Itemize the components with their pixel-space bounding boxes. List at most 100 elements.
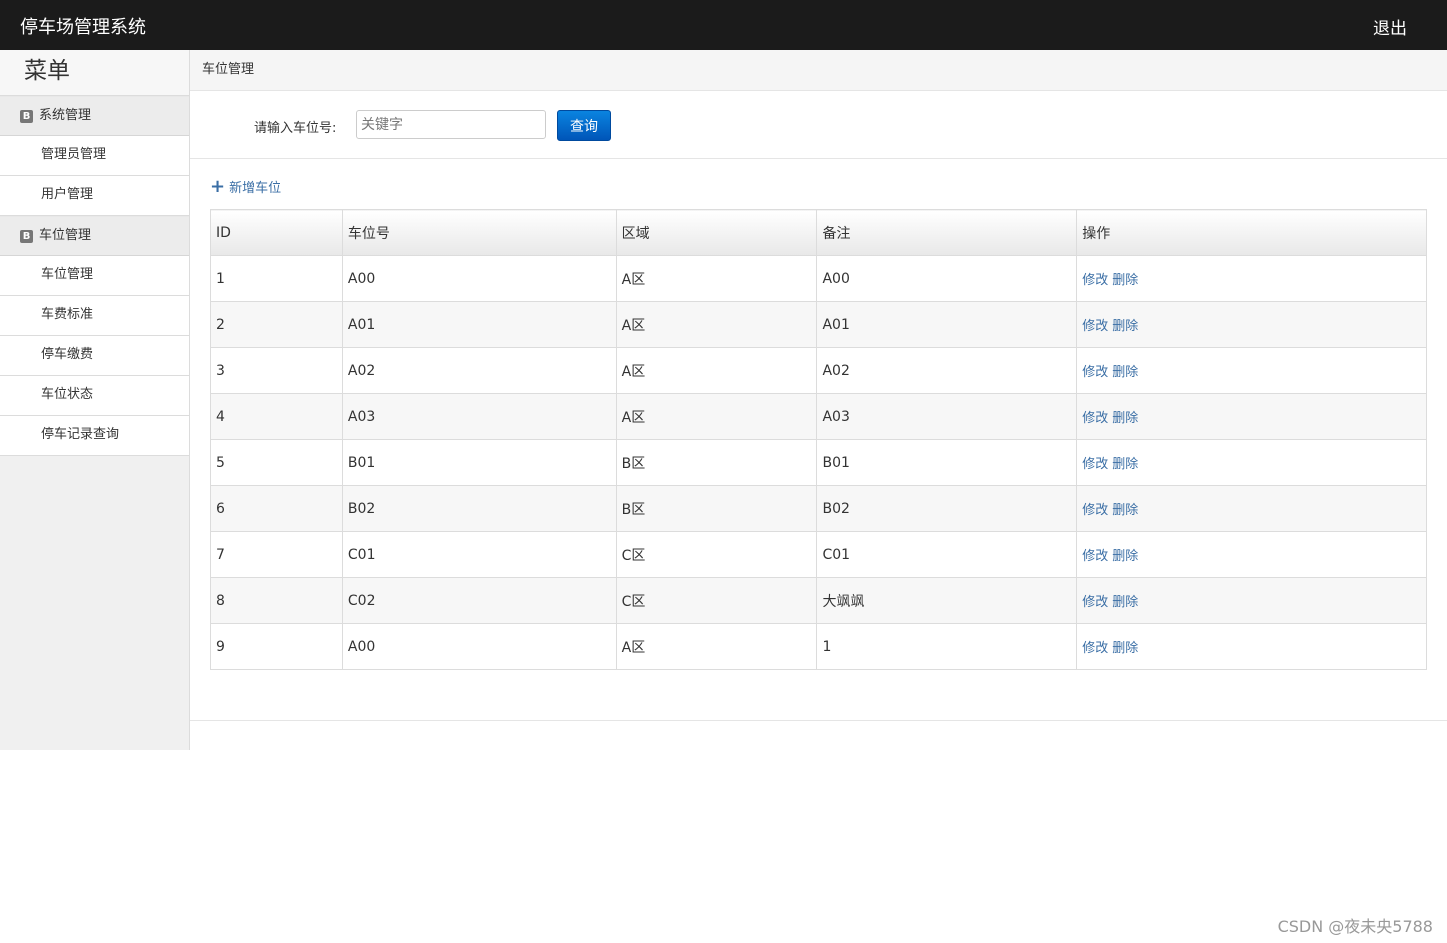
cell-actions: 修改 删除	[1076, 255, 1427, 302]
sidebar-group-label: 系统管理	[39, 108, 92, 123]
table-row: 7 C01 C区 C01 修改 删除	[210, 531, 1427, 578]
edit-link[interactable]: 修改	[1082, 411, 1108, 426]
table-row: 4 A03 A区 A03 修改 删除	[210, 393, 1427, 440]
cell-space-no: C02	[341, 577, 617, 624]
cell-actions: 修改 删除	[1076, 623, 1427, 670]
cell-actions: 修改 删除	[1076, 485, 1427, 532]
cell-remark: A01	[816, 301, 1078, 348]
edit-link[interactable]: 修改	[1082, 503, 1108, 518]
bootstrap-icon: B	[20, 109, 33, 123]
sidebar-item-space-status[interactable]: 车位状态	[0, 376, 189, 416]
delete-link[interactable]: 删除	[1112, 595, 1138, 610]
watermark: CSDN @夜未央5788	[1277, 917, 1433, 936]
delete-link[interactable]: 删除	[1112, 365, 1138, 380]
sidebar-item-space-management[interactable]: 车位管理	[0, 256, 189, 296]
cell-id: 6	[210, 485, 343, 532]
cell-space-no: A03	[341, 393, 617, 440]
cell-id: 5	[210, 439, 343, 486]
table-row: 2 A01 A区 A01 修改 删除	[210, 301, 1427, 348]
sidebar-item-parking-records[interactable]: 停车记录查询	[0, 416, 189, 456]
cell-remark: 1	[816, 623, 1078, 670]
search-input[interactable]	[356, 110, 546, 139]
delete-link[interactable]: 删除	[1112, 411, 1138, 426]
spaces-table-container: ID 车位号 区域 备注 操作 1 A00 A区 A00 修改 删除 2 A01 A区 A01 修改…	[210, 209, 1427, 670]
cell-area: B区	[615, 439, 818, 486]
cell-id: 1	[210, 255, 343, 302]
spaces-table: ID 车位号 区域 备注 操作 1 A00 A区 A00 修改 删除 2 A01 A区 A01 修改…	[210, 209, 1427, 670]
cell-actions: 修改 删除	[1076, 439, 1427, 486]
edit-link[interactable]: 修改	[1082, 273, 1108, 288]
sidebar-item-fee-standard[interactable]: 车费标准	[0, 296, 189, 336]
logout-link[interactable]: 退出	[1373, 14, 1407, 39]
cell-id: 9	[210, 623, 343, 670]
edit-link[interactable]: 修改	[1082, 549, 1108, 564]
cell-remark: A03	[816, 393, 1078, 440]
table-row: 6 B02 B区 B02 修改 删除	[210, 485, 1427, 532]
column-header-id: ID	[210, 209, 343, 256]
column-header-remark: 备注	[816, 209, 1078, 256]
delete-link[interactable]: 删除	[1112, 503, 1138, 518]
cell-area: A区	[615, 623, 818, 670]
cell-area: A区	[615, 255, 818, 302]
cell-area: C区	[615, 531, 818, 578]
top-nav-bar: 停车场管理系统 退出	[0, 0, 1447, 50]
edit-link[interactable]: 修改	[1082, 595, 1108, 610]
sidebar-item-user-management[interactable]: 用户管理	[0, 176, 189, 216]
add-space-label: 新增车位	[229, 181, 282, 196]
cell-space-no: B02	[341, 485, 617, 532]
cell-space-no: A01	[341, 301, 617, 348]
search-bar: 请输入车位号: 查询	[190, 91, 1447, 159]
column-header-actions: 操作	[1076, 209, 1427, 256]
breadcrumb: 车位管理	[190, 50, 1447, 91]
edit-link[interactable]: 修改	[1082, 641, 1108, 656]
cell-remark: A02	[816, 347, 1078, 394]
cell-space-no: A00	[341, 623, 617, 670]
delete-link[interactable]: 删除	[1112, 457, 1138, 472]
edit-link[interactable]: 修改	[1082, 365, 1108, 380]
delete-link[interactable]: 删除	[1112, 641, 1138, 656]
sidebar-item-admin-management[interactable]: 管理员管理	[0, 136, 189, 176]
app-title: 停车场管理系统	[20, 17, 146, 38]
search-label: 请输入车位号:	[254, 121, 337, 136]
delete-link[interactable]: 删除	[1112, 549, 1138, 564]
column-header-space-no: 车位号	[341, 209, 617, 256]
cell-area: C区	[615, 577, 818, 624]
table-body: 1 A00 A区 A00 修改 删除 2 A01 A区 A01 修改 删除 3 A02 A区 A02 修改 删除 4…	[210, 255, 1427, 670]
sidebar: 菜单 B 系统管理 管理员管理 用户管理 B 车位管理 车位管理 车费标准 停车…	[0, 50, 190, 750]
cell-actions: 修改 删除	[1076, 577, 1427, 624]
cell-space-no: B01	[341, 439, 617, 486]
sidebar-group-parking[interactable]: B 车位管理	[0, 216, 189, 256]
table-row: 8 C02 C区 大飒飒 修改 删除	[210, 577, 1427, 624]
table-row: 1 A00 A区 A00 修改 删除	[210, 255, 1427, 302]
add-space-link[interactable]: + 新增车位	[210, 177, 281, 196]
sidebar-menu-title: 菜单	[0, 50, 189, 96]
cell-actions: 修改 删除	[1076, 531, 1427, 578]
cell-actions: 修改 删除	[1076, 347, 1427, 394]
cell-id: 3	[210, 347, 343, 394]
cell-remark: C01	[816, 531, 1078, 578]
cell-area: A区	[615, 347, 818, 394]
cell-remark: 大飒飒	[816, 577, 1078, 624]
table-row: 9 A00 A区 1 修改 删除	[210, 623, 1427, 670]
cell-remark: B02	[816, 485, 1078, 532]
table-header-row: ID 车位号 区域 备注 操作	[210, 209, 1427, 256]
cell-id: 4	[210, 393, 343, 440]
cell-area: B区	[615, 485, 818, 532]
table-row: 3 A02 A区 A02 修改 删除	[210, 347, 1427, 394]
edit-link[interactable]: 修改	[1082, 319, 1108, 334]
delete-link[interactable]: 删除	[1112, 273, 1138, 288]
cell-space-no: A00	[341, 255, 617, 302]
cell-area: A区	[615, 393, 818, 440]
cell-id: 8	[210, 577, 343, 624]
sidebar-item-parking-payment[interactable]: 停车缴费	[0, 336, 189, 376]
main-content: 车位管理 请输入车位号: 查询 + 新增车位 ID 车位号 区域 备注 操作 1…	[190, 50, 1447, 750]
search-button[interactable]: 查询	[557, 110, 611, 141]
column-header-area: 区域	[615, 209, 818, 256]
cell-id: 2	[210, 301, 343, 348]
sidebar-group-label: 车位管理	[39, 228, 92, 243]
content-divider	[190, 720, 1447, 721]
edit-link[interactable]: 修改	[1082, 457, 1108, 472]
delete-link[interactable]: 删除	[1112, 319, 1138, 334]
cell-remark: A00	[816, 255, 1078, 302]
sidebar-group-system[interactable]: B 系统管理	[0, 96, 189, 136]
